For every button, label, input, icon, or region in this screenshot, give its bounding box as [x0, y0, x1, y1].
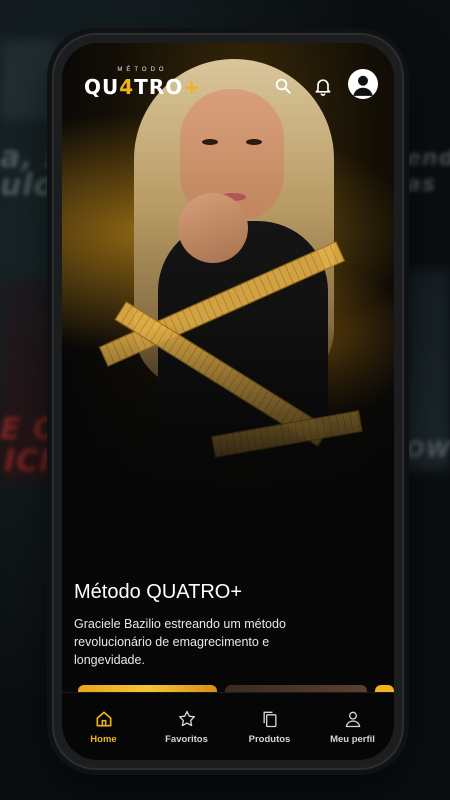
logo-part: TRO: [134, 75, 184, 99]
background-text: endo: [406, 146, 450, 171]
logo-plus: +: [183, 75, 201, 99]
nav-favoritos[interactable]: Favoritos: [145, 693, 228, 760]
logo-subtitle: MÉTODO: [117, 67, 168, 73]
app-header: MÉTODO QU4TRO+: [62, 43, 394, 123]
bell-icon: [315, 79, 331, 96]
logo-wordmark: QU4TRO+: [84, 75, 201, 99]
app-screen: MÉTODO QU4TRO+ Método QUATRO+ Graciele B…: [62, 43, 394, 760]
logo-accent: 4: [119, 75, 135, 99]
nav-home[interactable]: Home: [62, 693, 145, 760]
background-text: as: [406, 172, 436, 197]
nav-favoritos-label: Favoritos: [165, 733, 208, 745]
nav-meu-perfil[interactable]: Meu perfil: [311, 693, 394, 760]
user-avatar-icon: [353, 75, 373, 96]
background-text: OW: [406, 438, 450, 463]
profile-icon: [345, 711, 360, 727]
hero-fade: [62, 323, 394, 523]
nav-produtos[interactable]: Produtos: [228, 693, 311, 760]
page-title: Método QUATRO+: [74, 581, 243, 603]
page-description: Graciele Bazilio estreando um método rev…: [74, 617, 286, 667]
hero-person-hand: [178, 193, 248, 263]
background-poster: [0, 40, 60, 120]
search-button[interactable]: [270, 73, 296, 99]
nav-meu-perfil-label: Meu perfil: [330, 733, 375, 745]
hero-person-eye: [202, 139, 218, 145]
brand-logo[interactable]: MÉTODO QU4TRO+: [84, 67, 201, 99]
nav-home-label: Home: [90, 733, 117, 745]
phone-frame: MÉTODO QU4TRO+ Método QUATRO+ Graciele B…: [52, 33, 404, 770]
profile-avatar-button[interactable]: [348, 69, 378, 99]
home-icon: [96, 711, 111, 726]
search-icon: [275, 78, 291, 94]
hero-person-eye: [246, 139, 262, 145]
star-icon: [178, 710, 195, 726]
nav-produtos-label: Produtos: [248, 733, 291, 745]
copy-icon: [263, 711, 276, 727]
notifications-button[interactable]: [310, 73, 336, 99]
logo-part: QU: [84, 75, 120, 99]
bottom-navigation: Home Favoritos Produtos Meu perfil: [62, 692, 394, 760]
